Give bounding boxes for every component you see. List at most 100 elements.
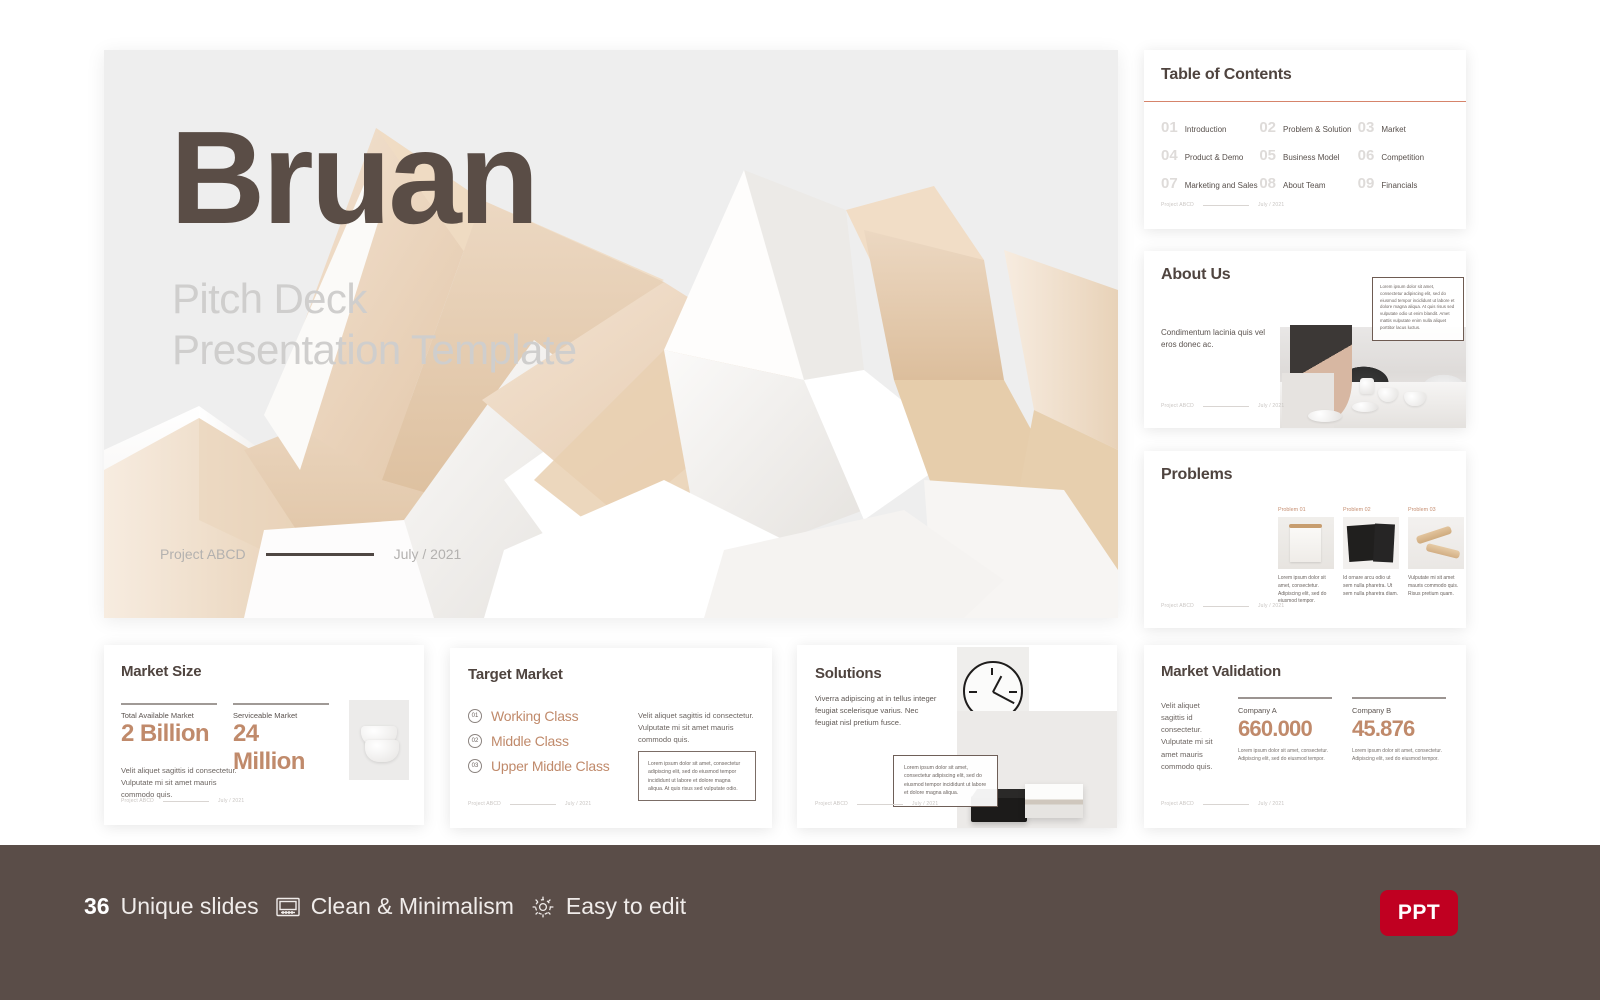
slide-footer-project: Project ABCD <box>121 798 154 804</box>
slide-problems[interactable]: Problems Problem 01 Lorem ipsum dolor si… <box>1144 451 1466 628</box>
market-validation-description: Velit aliquet sagittis id consectetur. V… <box>1161 701 1213 771</box>
slide-footer-date: July / 2021 <box>1257 403 1285 409</box>
toc-accent-rule <box>1144 101 1466 102</box>
stat-label: Serviceable Market <box>233 710 298 720</box>
toc-item-07[interactable]: 07 Marketing and Sales <box>1161 176 1259 191</box>
toc-item-09[interactable]: 09 Financials <box>1358 176 1456 191</box>
promo-feature-slide-count: 36 Unique slides <box>84 893 259 920</box>
stat-rule <box>233 703 329 705</box>
solutions-title: Solutions <box>815 665 882 682</box>
hero-slide[interactable]: Bruan Pitch Deck Presentation Template P… <box>104 50 1118 618</box>
problem-card-label: Problem 02 <box>1343 507 1371 513</box>
gear-icon <box>531 895 555 919</box>
target-market-item-01[interactable]: 01 Working Class <box>468 708 610 724</box>
slide-target-market[interactable]: Target Market 01 Working Class 02 Middle… <box>450 648 772 828</box>
problem-card-label: Problem 03 <box>1408 507 1436 513</box>
slide-footer-problems: Project ABCD July / 2021 <box>1161 603 1284 609</box>
toc-label: Market <box>1381 125 1406 134</box>
toc-number: 05 <box>1259 147 1277 164</box>
promo-feature-clean-label: Clean & Minimalism <box>310 893 514 919</box>
slide-footer-divider <box>162 800 209 802</box>
stat-label: Total Available Market <box>121 710 194 720</box>
company-note: Lorem ipsum dolor sit amet, consectetur.… <box>1238 747 1329 762</box>
target-market-item-02[interactable]: 02 Middle Class <box>468 733 610 749</box>
toc-number: 02 <box>1259 119 1277 136</box>
slide-footer-project: Project ABCD <box>1161 603 1194 609</box>
company-value: 660.000 <box>1238 715 1313 741</box>
slide-footer-project: Project ABCD <box>1161 403 1194 409</box>
toc-number: 04 <box>1161 147 1178 164</box>
slide-market-validation[interactable]: Market Validation Velit aliquet sagittis… <box>1144 645 1466 828</box>
slide-about-us[interactable]: About Us Condimentum lacinia quis vel er… <box>1144 251 1466 428</box>
problem-card-text: Id ornare arcu odio ut sem nulla pharetr… <box>1343 575 1399 597</box>
toc-item-03[interactable]: 03 Market <box>1358 120 1456 135</box>
photo-plate <box>1352 402 1378 412</box>
solutions-description: Viverra adipiscing at in tellus integer … <box>815 694 937 727</box>
toc-number: 03 <box>1357 119 1375 136</box>
toc-item-08[interactable]: 08 About Team <box>1259 176 1357 191</box>
solutions-clock-photo <box>957 647 1029 712</box>
problem-card-02[interactable]: Problem 02 Id ornare arcu odio ut sem nu… <box>1343 507 1399 606</box>
hero-footer-divider <box>265 552 374 556</box>
toc-item-05[interactable]: 05 Business Model <box>1259 148 1357 163</box>
ppt-badge[interactable]: PPT <box>1380 890 1458 936</box>
about-title: About Us <box>1161 266 1231 283</box>
photo-cup <box>1360 378 1374 394</box>
clock-tick <box>991 668 993 675</box>
market-size-title: Market Size <box>121 663 202 680</box>
toc-item-01[interactable]: 01 Introduction <box>1161 120 1259 135</box>
slide-solutions[interactable]: Solutions Viverra adipiscing at in tellu… <box>797 645 1117 828</box>
slide-footer-project: Project ABCD <box>815 801 848 807</box>
toc-label: Problem & Solution <box>1283 125 1352 134</box>
company-label: Company B <box>1352 705 1392 715</box>
monitor-icon <box>275 897 300 917</box>
toc-label: Product & Demo <box>1184 153 1244 162</box>
promo-footer-bar: 36 Unique slides Clean & Minimalism Easy… <box>0 845 1600 1000</box>
slide-footer-solutions: Project ABCD July / 2021 <box>815 801 938 807</box>
slide-table-of-contents[interactable]: Table of Contents 01 Introduction 02 Pro… <box>1144 50 1466 229</box>
promo-feature-clean: Clean & Minimalism <box>275 893 514 920</box>
company-card-a: Company A 660.000 Lorem ipsum dolor sit … <box>1238 697 1332 763</box>
problem-card-01[interactable]: Problem 01 Lorem ipsum dolor sit amet, c… <box>1278 507 1334 606</box>
slide-market-size[interactable]: Market Size Total Available Market 2 Bil… <box>104 645 424 825</box>
problem-card-03[interactable]: Problem 03 Vulputate mi sit amet mauris … <box>1408 507 1464 606</box>
slide-footer-target-market: Project ABCD July / 2021 <box>468 801 591 807</box>
company-rule <box>1238 697 1332 699</box>
target-market-item-03[interactable]: 03 Upper Middle Class <box>468 758 610 774</box>
about-quote-box: Lorem ipsum dolor sit amet, consectetur … <box>1372 277 1464 341</box>
toc-list: 01 Introduction 02 Problem & Solution 03… <box>1161 120 1456 191</box>
slide-footer-divider <box>1202 803 1249 805</box>
slide-footer-date: July / 2021 <box>911 801 939 807</box>
slide-footer-toc: Project ABCD July / 2021 <box>1161 202 1284 208</box>
target-market-number: 01 <box>468 709 482 723</box>
hero-footer: Project ABCD July / 2021 <box>160 546 461 562</box>
target-market-label: Working Class <box>491 708 579 724</box>
slide-footer-project: Project ABCD <box>1161 801 1194 807</box>
toc-label: About Team <box>1283 181 1326 190</box>
slide-footer-divider <box>1202 605 1249 607</box>
page-root: Bruan Pitch Deck Presentation Template P… <box>0 0 1600 1000</box>
target-market-number: 02 <box>468 734 482 748</box>
slide-footer-market-validation: Project ABCD July / 2021 <box>1161 801 1284 807</box>
toc-label: Introduction <box>1184 125 1227 134</box>
about-body-text: Condimentum lacinia quis vel eros donec … <box>1161 328 1266 350</box>
about-photo <box>1280 325 1466 428</box>
problems-title: Problems <box>1161 466 1233 483</box>
company-value: 45.876 <box>1352 715 1415 741</box>
stat-rule <box>121 703 217 705</box>
company-card-b: Company B 45.876 Lorem ipsum dolor sit a… <box>1352 697 1446 763</box>
slide-footer-date: July / 2021 <box>1257 801 1285 807</box>
toc-item-06[interactable]: 06 Competition <box>1358 148 1456 163</box>
toc-number: 07 <box>1161 175 1178 192</box>
clock-tick <box>969 691 977 693</box>
problem-card-image <box>1343 517 1399 569</box>
toc-item-04[interactable]: 04 Product & Demo <box>1161 148 1259 163</box>
target-market-callout-box: Lorem ipsum dolor sit amet, consectetur … <box>638 751 756 801</box>
toc-item-02[interactable]: 02 Problem & Solution <box>1259 120 1357 135</box>
hero-title: Bruan <box>170 104 539 251</box>
toc-number: 01 <box>1161 119 1178 136</box>
hero-subtitle-line1: Pitch Deck <box>172 275 367 322</box>
target-market-label: Upper Middle Class <box>491 758 610 774</box>
toc-number: 06 <box>1357 147 1375 164</box>
slide-footer-project: Project ABCD <box>468 801 501 807</box>
